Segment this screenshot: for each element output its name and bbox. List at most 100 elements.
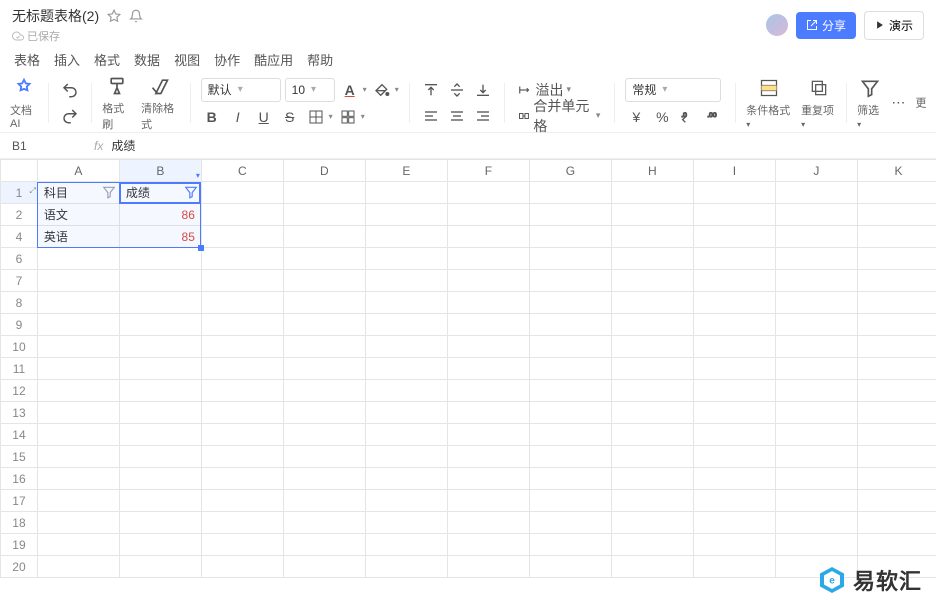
cell[interactable]: [37, 556, 119, 578]
cell[interactable]: [775, 380, 857, 402]
cell[interactable]: [857, 380, 936, 402]
row-header[interactable]: 7: [1, 270, 38, 292]
row-header[interactable]: 18: [1, 512, 38, 534]
cell[interactable]: [283, 446, 365, 468]
cell[interactable]: [283, 248, 365, 270]
cell[interactable]: [201, 490, 283, 512]
clear-format-tool[interactable]: 清除格式: [137, 74, 184, 132]
cell[interactable]: [693, 490, 775, 512]
cell[interactable]: [365, 556, 447, 578]
cell[interactable]: [693, 182, 775, 204]
cell[interactable]: [365, 314, 447, 336]
cell[interactable]: [693, 402, 775, 424]
cell[interactable]: [611, 292, 693, 314]
cell[interactable]: [447, 270, 529, 292]
cell[interactable]: [857, 314, 936, 336]
undo-icon[interactable]: [59, 79, 81, 101]
row-header[interactable]: 12: [1, 380, 38, 402]
cell[interactable]: [611, 556, 693, 578]
cell[interactable]: [365, 182, 447, 204]
cell[interactable]: [37, 248, 119, 270]
cell[interactable]: [529, 446, 611, 468]
share-button[interactable]: 分享: [796, 12, 856, 39]
cell[interactable]: [693, 556, 775, 578]
fill-color-icon[interactable]: [371, 79, 393, 101]
cell[interactable]: [693, 446, 775, 468]
cell[interactable]: [365, 490, 447, 512]
cell[interactable]: [857, 468, 936, 490]
cell[interactable]: [119, 424, 201, 446]
cell[interactable]: [693, 380, 775, 402]
row-header[interactable]: 8: [1, 292, 38, 314]
cell[interactable]: [365, 446, 447, 468]
italic-icon[interactable]: I: [227, 106, 249, 128]
col-header-F[interactable]: F: [447, 160, 529, 182]
cell[interactable]: [283, 556, 365, 578]
redo-icon[interactable]: [59, 105, 81, 127]
filter-icon[interactable]: [102, 185, 116, 199]
cell[interactable]: [37, 402, 119, 424]
cell[interactable]: [119, 358, 201, 380]
row-header[interactable]: 15: [1, 446, 38, 468]
cell[interactable]: [611, 424, 693, 446]
cell[interactable]: 语文: [37, 204, 119, 226]
cell[interactable]: [447, 380, 529, 402]
cell[interactable]: [201, 402, 283, 424]
cell[interactable]: [611, 248, 693, 270]
cell[interactable]: [283, 512, 365, 534]
cell[interactable]: [775, 490, 857, 512]
filter-tool[interactable]: 筛选 ▾: [853, 76, 887, 130]
cell[interactable]: [529, 402, 611, 424]
cell[interactable]: [611, 182, 693, 204]
doc-ai-tool[interactable]: 文档AI: [6, 76, 42, 130]
align-top-icon[interactable]: [420, 79, 442, 101]
cell[interactable]: [611, 468, 693, 490]
font-size-select[interactable]: 10▾: [285, 78, 335, 102]
col-header-J[interactable]: J: [775, 160, 857, 182]
cell[interactable]: [201, 424, 283, 446]
cell[interactable]: [283, 402, 365, 424]
fx-icon[interactable]: fx: [94, 139, 103, 153]
cell[interactable]: 成绩: [119, 182, 201, 204]
align-bottom-icon[interactable]: [472, 79, 494, 101]
cell[interactable]: [693, 424, 775, 446]
cell[interactable]: [775, 226, 857, 248]
cell[interactable]: [283, 226, 365, 248]
cell[interactable]: [611, 358, 693, 380]
avatar[interactable]: [766, 14, 788, 36]
cell[interactable]: [693, 358, 775, 380]
cell[interactable]: [529, 380, 611, 402]
borders-icon[interactable]: [305, 106, 327, 128]
cell[interactable]: [775, 446, 857, 468]
font-color-icon[interactable]: A: [339, 79, 361, 101]
row-header[interactable]: 4: [1, 226, 38, 248]
cell[interactable]: [529, 248, 611, 270]
cell[interactable]: [529, 292, 611, 314]
cell[interactable]: [857, 270, 936, 292]
row-header[interactable]: 17: [1, 490, 38, 512]
cell[interactable]: [119, 468, 201, 490]
cell[interactable]: [693, 512, 775, 534]
menu-help[interactable]: 帮助: [307, 50, 333, 69]
cell[interactable]: [283, 534, 365, 556]
cell[interactable]: [447, 314, 529, 336]
bell-icon[interactable]: [129, 9, 143, 23]
menu-coolapp[interactable]: 酷应用: [254, 50, 293, 69]
formula-bar[interactable]: 成绩: [111, 137, 135, 154]
cell[interactable]: [283, 468, 365, 490]
cell[interactable]: [365, 292, 447, 314]
cell[interactable]: [119, 556, 201, 578]
cell[interactable]: [529, 314, 611, 336]
cell[interactable]: [529, 490, 611, 512]
cell[interactable]: [529, 534, 611, 556]
cell[interactable]: [37, 534, 119, 556]
cell[interactable]: [365, 468, 447, 490]
font-family-select[interactable]: 默认▾: [201, 78, 281, 102]
cell[interactable]: [365, 248, 447, 270]
row-header[interactable]: 6: [1, 248, 38, 270]
cell[interactable]: [119, 248, 201, 270]
cell[interactable]: [693, 204, 775, 226]
cell[interactable]: [447, 204, 529, 226]
cell[interactable]: [447, 446, 529, 468]
cell[interactable]: [283, 358, 365, 380]
